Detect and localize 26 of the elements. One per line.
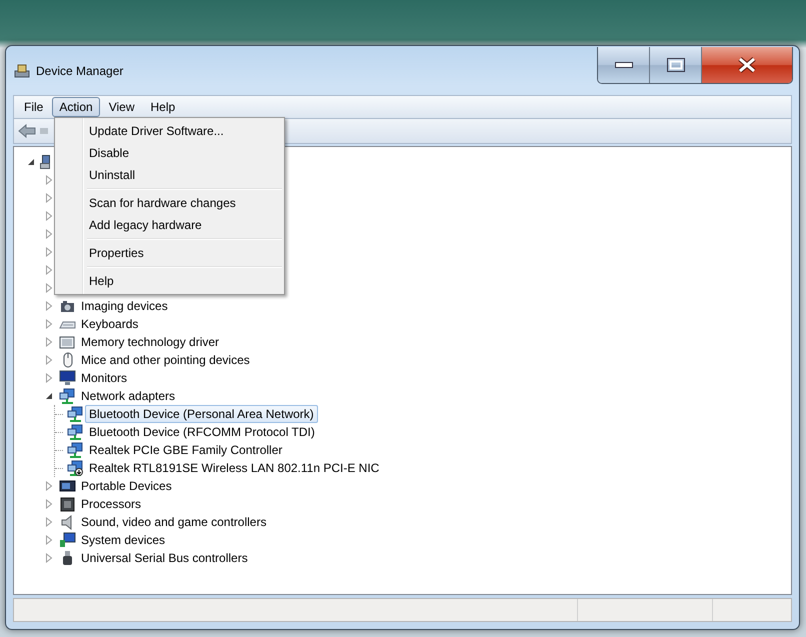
- menu-option[interactable]: Uninstall: [57, 164, 282, 186]
- window-title: Device Manager: [36, 64, 124, 78]
- tree-item[interactable]: Universal Serial Bus controllers: [77, 549, 252, 567]
- menu-option[interactable]: Scan for hardware changes: [57, 192, 282, 214]
- tree-item[interactable]: Mice and other pointing devices: [77, 351, 254, 369]
- tree-item[interactable]: Portable Devices: [77, 477, 176, 495]
- menu-option[interactable]: Add legacy hardware: [57, 214, 282, 236]
- tree-item[interactable]: Imaging devices: [77, 297, 172, 315]
- menu-item[interactable]: Action: [52, 97, 100, 117]
- tree-item[interactable]: Sound, video and game controllers: [77, 513, 270, 531]
- menu-option[interactable]: Properties: [57, 242, 282, 264]
- menu-item[interactable]: View: [102, 97, 142, 117]
- tree-item[interactable]: Bluetooth Device (Personal Area Network): [85, 405, 318, 423]
- menu-option[interactable]: Help: [57, 270, 282, 292]
- tree-item[interactable]: Bluetooth Device (RFCOMM Protocol TDI): [85, 423, 319, 441]
- tree-item[interactable]: Monitors: [77, 369, 132, 387]
- menu-item[interactable]: Help: [144, 97, 182, 117]
- tree-item[interactable]: Memory technology driver: [77, 333, 224, 351]
- tree-item[interactable]: Realtek PCIe GBE Family Controller: [85, 441, 286, 459]
- tree-item[interactable]: System devices: [77, 531, 170, 549]
- menu-item[interactable]: File: [17, 97, 50, 117]
- tree-item[interactable]: Realtek RTL8191SE Wireless LAN 802.11n PCI-E NIC: [85, 459, 384, 477]
- menu-option[interactable]: Disable: [57, 142, 282, 164]
- tree-item[interactable]: Keyboards: [77, 315, 142, 333]
- tree-item[interactable]: Processors: [77, 495, 146, 513]
- tree-item[interactable]: Network adapters: [77, 387, 180, 405]
